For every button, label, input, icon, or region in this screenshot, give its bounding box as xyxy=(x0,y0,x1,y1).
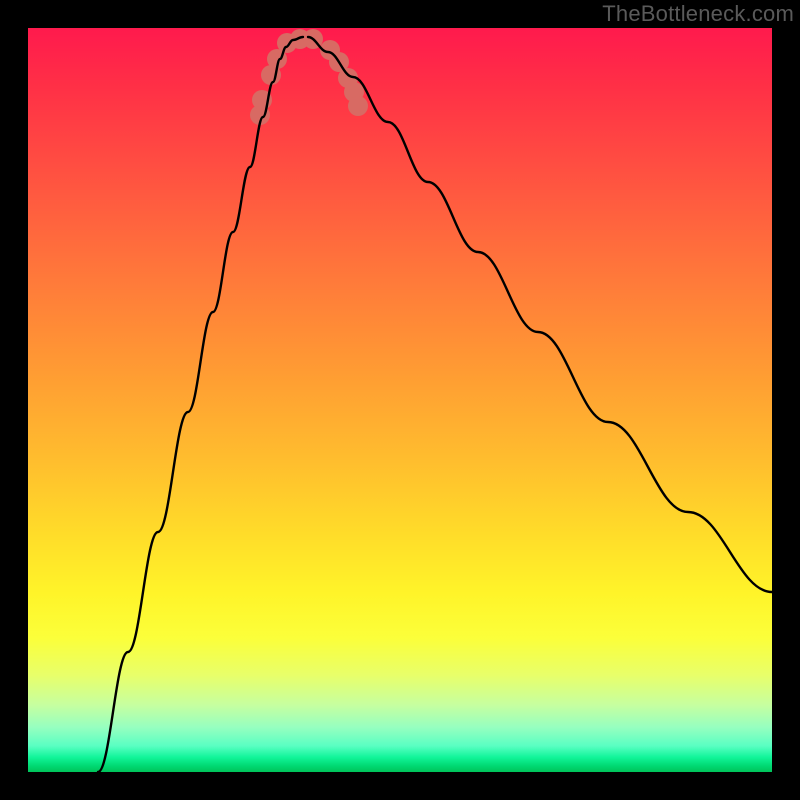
marker-dot xyxy=(348,96,368,116)
watermark-text: TheBottleneck.com xyxy=(602,1,794,27)
left-curve xyxy=(98,37,303,772)
plot-area xyxy=(28,28,772,772)
chart-frame: TheBottleneck.com xyxy=(0,0,800,800)
right-curve xyxy=(308,37,772,592)
curve-layer xyxy=(28,28,772,772)
